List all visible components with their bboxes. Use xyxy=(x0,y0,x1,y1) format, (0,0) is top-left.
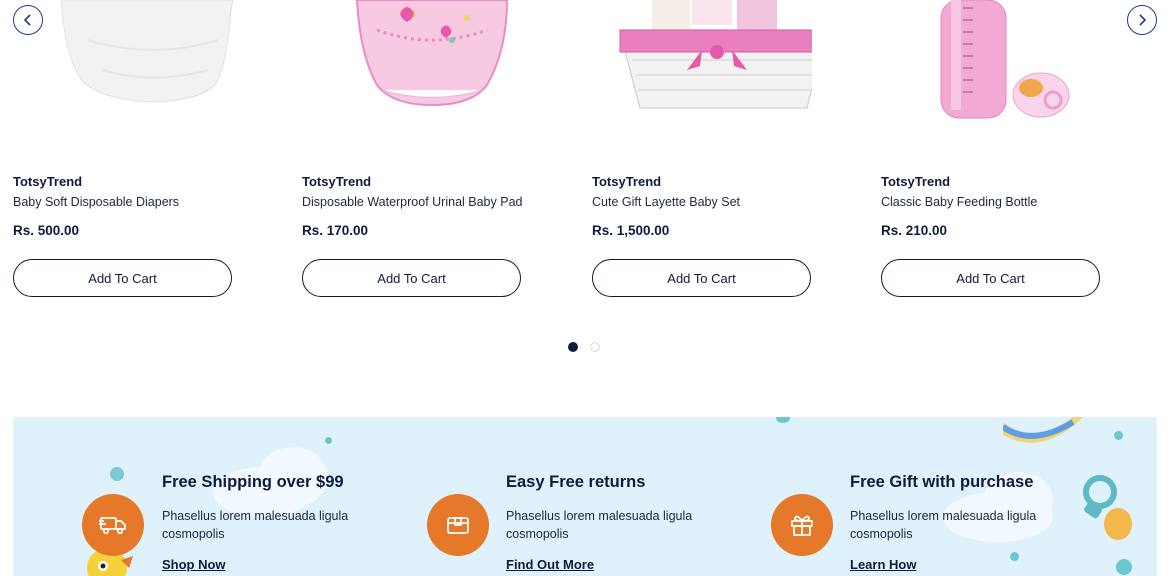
product-title[interactable]: Cute Gift Layette Baby Set xyxy=(592,195,740,209)
product-brand: TotsyTrend xyxy=(13,174,83,189)
product-card: TotsyTrend Disposable Waterproof Urinal … xyxy=(302,0,522,310)
dot-decoration xyxy=(1116,559,1132,575)
carousel-next-button[interactable] xyxy=(1127,5,1157,35)
product-price: Rs. 1,500.00 xyxy=(592,223,670,238)
gift-icon xyxy=(791,515,813,536)
product-carousel: TotsyTrend Baby Soft Disposable Diapers … xyxy=(0,0,1170,370)
learn-how-link[interactable]: Learn How xyxy=(850,557,916,572)
add-to-cart-button[interactable]: Add To Cart xyxy=(302,259,521,297)
feature-free-returns: Easy Free returns Phasellus lorem malesu… xyxy=(393,417,773,576)
feature-icon-badge xyxy=(771,494,833,556)
chevron-right-icon xyxy=(1139,14,1147,26)
product-price: Rs. 170.00 xyxy=(302,223,369,238)
features-banner: Free Shipping over $99 Phasellus lorem m… xyxy=(13,417,1157,576)
product-brand: TotsyTrend xyxy=(592,174,662,189)
product-card: TotsyTrend Cute Gift Layette Baby Set Rs… xyxy=(592,0,812,310)
product-price: Rs. 500.00 xyxy=(13,223,80,238)
add-to-cart-button[interactable]: Add To Cart xyxy=(13,259,232,297)
feature-heading: Free Shipping over $99 xyxy=(162,473,344,491)
product-title[interactable]: Classic Baby Feeding Bottle xyxy=(881,195,1037,209)
feature-icon-badge xyxy=(82,494,144,556)
pagination-dot-2[interactable] xyxy=(590,342,600,352)
product-card: TotsyTrend Classic Baby Feeding Bottle R… xyxy=(881,0,1101,310)
feature-description: Phasellus lorem malesuada ligula cosmopo… xyxy=(850,509,1037,541)
product-image-diaper[interactable] xyxy=(13,0,233,130)
carousel-pagination xyxy=(568,342,600,352)
shop-now-link[interactable]: Shop Now xyxy=(162,557,226,572)
find-out-more-link[interactable]: Find Out More xyxy=(506,557,594,572)
product-image-baby-pad[interactable] xyxy=(302,0,522,130)
add-to-cart-button[interactable]: Add To Cart xyxy=(881,259,1100,297)
feature-free-gift: Free Gift with purchase Phasellus lorem … xyxy=(738,417,1118,576)
product-price: Rs. 210.00 xyxy=(881,223,948,238)
product-image-gift-basket[interactable] xyxy=(592,0,812,130)
product-title[interactable]: Baby Soft Disposable Diapers xyxy=(13,195,179,209)
feature-description: Phasellus lorem malesuada ligula cosmopo… xyxy=(162,509,349,541)
feature-icon-badge xyxy=(427,494,489,556)
feature-heading: Easy Free returns xyxy=(506,473,646,491)
box-icon xyxy=(447,517,469,534)
add-to-cart-button[interactable]: Add To Cart xyxy=(592,259,811,297)
feature-free-shipping: Free Shipping over $99 Phasellus lorem m… xyxy=(13,417,393,576)
product-title[interactable]: Disposable Waterproof Urinal Baby Pad xyxy=(302,195,522,209)
pagination-dot-1[interactable] xyxy=(568,342,578,352)
product-brand: TotsyTrend xyxy=(881,174,951,189)
product-card: TotsyTrend Baby Soft Disposable Diapers … xyxy=(13,0,233,310)
product-brand: TotsyTrend xyxy=(302,174,372,189)
truck-icon xyxy=(99,517,126,535)
feature-heading: Free Gift with purchase xyxy=(850,473,1034,491)
feature-description: Phasellus lorem malesuada ligula cosmopo… xyxy=(506,509,693,541)
product-image-feeding-bottle[interactable] xyxy=(881,0,1101,130)
